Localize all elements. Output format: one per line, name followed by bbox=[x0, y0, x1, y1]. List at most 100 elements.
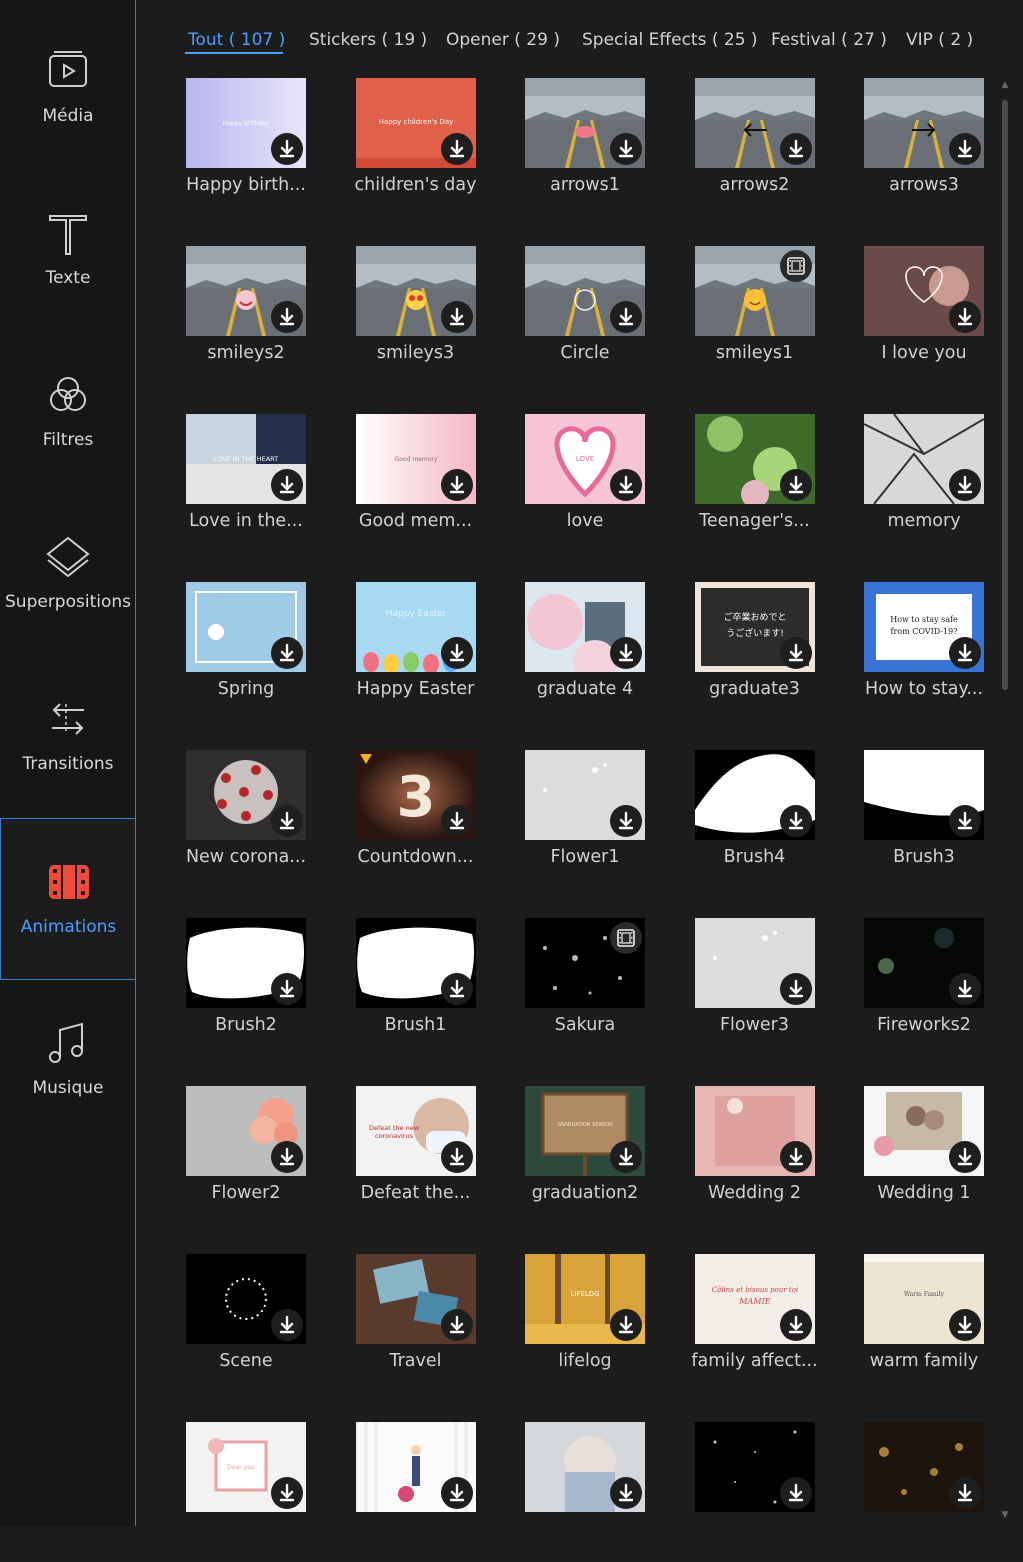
animation-thumbnail[interactable]: Happy birthday bbox=[186, 78, 306, 168]
download-icon[interactable] bbox=[271, 805, 303, 837]
animation-tile[interactable]: smileys2 bbox=[150, 246, 320, 386]
animation-tile[interactable]: Flower3 bbox=[659, 918, 829, 1058]
animation-thumbnail[interactable] bbox=[355, 1422, 476, 1512]
animation-tile[interactable]: Spring bbox=[150, 582, 320, 722]
sidebar-item-média[interactable]: Média bbox=[0, 8, 136, 170]
animation-tile[interactable]: Brush3 bbox=[828, 750, 998, 890]
download-icon[interactable] bbox=[779, 1141, 812, 1173]
animation-tile[interactable]: arrows3 bbox=[828, 78, 998, 218]
animation-thumbnail[interactable] bbox=[525, 1422, 645, 1512]
animation-tile[interactable]: New corona... bbox=[150, 750, 320, 890]
download-icon[interactable] bbox=[610, 805, 642, 837]
download-icon[interactable] bbox=[440, 805, 473, 837]
sidebar-item-musique[interactable]: Musique bbox=[0, 980, 136, 1142]
animation-tile[interactable]: LOVE IN THE HEART Love in the... bbox=[150, 414, 320, 554]
tab-2[interactable]: Opener ( 29 ) bbox=[446, 30, 560, 50]
download-icon[interactable] bbox=[779, 133, 812, 165]
animation-tile[interactable]: Dear you bbox=[150, 1422, 320, 1562]
animation-tile[interactable]: smileys3 bbox=[320, 246, 490, 386]
scrollbar[interactable]: ▲ ▼ bbox=[1000, 80, 1010, 1520]
animation-thumbnail[interactable] bbox=[694, 1086, 815, 1176]
animation-thumbnail[interactable] bbox=[525, 918, 645, 1008]
animation-tile[interactable]: Happy birthday Happy birth... bbox=[150, 78, 320, 218]
download-icon[interactable] bbox=[440, 973, 473, 1005]
animation-thumbnail[interactable] bbox=[525, 246, 645, 336]
download-icon[interactable] bbox=[949, 133, 981, 165]
animation-tile[interactable]: GRADUATION SEASON graduation2 bbox=[489, 1086, 659, 1226]
animation-tile[interactable]: Brush2 bbox=[150, 918, 320, 1058]
download-icon[interactable] bbox=[440, 1477, 473, 1509]
animation-tile[interactable]: Câlins et bisous pour toi MAMIE family aff… bbox=[659, 1254, 829, 1394]
download-icon[interactable] bbox=[271, 469, 303, 501]
animation-tile[interactable]: memory bbox=[828, 414, 998, 554]
animation-thumbnail[interactable] bbox=[694, 414, 815, 504]
download-icon[interactable] bbox=[271, 301, 303, 333]
sidebar-item-filtres[interactable]: Filtres bbox=[0, 332, 136, 494]
download-icon[interactable] bbox=[779, 1309, 812, 1341]
download-icon[interactable] bbox=[610, 469, 642, 501]
animation-tile[interactable]: Fireworks2 bbox=[828, 918, 998, 1058]
download-icon[interactable] bbox=[949, 805, 981, 837]
animation-tile[interactable]: Travel bbox=[320, 1254, 490, 1394]
animation-thumbnail[interactable]: GRADUATION SEASON bbox=[525, 1086, 645, 1176]
tab-5[interactable]: VIP ( 2 ) bbox=[906, 30, 973, 50]
animation-thumbnail[interactable]: LOVE IN THE HEART bbox=[186, 414, 306, 504]
download-icon[interactable] bbox=[271, 637, 303, 669]
animation-thumbnail[interactable]: How to stay safe from COVID-19? bbox=[864, 582, 984, 672]
animation-thumbnail[interactable] bbox=[186, 750, 306, 840]
animation-thumbnail[interactable] bbox=[864, 750, 984, 840]
download-icon[interactable] bbox=[271, 1477, 303, 1509]
animation-tile[interactable]: How to stay safe from COVID-19? How to sta… bbox=[828, 582, 998, 722]
animation-thumbnail[interactable]: Câlins et bisous pour toi MAMIE bbox=[694, 1254, 815, 1344]
animation-thumbnail[interactable] bbox=[186, 1254, 306, 1344]
animation-thumbnail[interactable] bbox=[694, 750, 815, 840]
download-icon[interactable] bbox=[949, 973, 981, 1005]
animation-tile[interactable]: LIFELOG lifelog bbox=[489, 1254, 659, 1394]
animation-tile[interactable]: smileys1 bbox=[659, 246, 829, 386]
animation-tile[interactable]: arrows1 bbox=[489, 78, 659, 218]
animation-thumbnail[interactable] bbox=[186, 918, 306, 1008]
download-icon[interactable] bbox=[440, 1309, 473, 1341]
animation-thumbnail[interactable] bbox=[864, 78, 984, 168]
animation-thumbnail[interactable] bbox=[694, 78, 815, 168]
animation-tile[interactable] bbox=[320, 1422, 490, 1562]
download-icon[interactable] bbox=[610, 133, 642, 165]
animation-tile[interactable]: 3 Countdown... bbox=[320, 750, 490, 890]
animation-thumbnail[interactable] bbox=[525, 582, 645, 672]
animation-tile[interactable]: Happy Easter Happy Easter bbox=[320, 582, 490, 722]
animation-thumbnail[interactable] bbox=[864, 246, 984, 336]
animation-thumbnail[interactable] bbox=[186, 582, 306, 672]
animation-tile[interactable]: I love you bbox=[828, 246, 998, 386]
scroll-thumb[interactable] bbox=[1002, 100, 1008, 690]
download-icon[interactable] bbox=[949, 1141, 981, 1173]
animation-tile[interactable]: Teenager's... bbox=[659, 414, 829, 554]
download-icon[interactable] bbox=[271, 1141, 303, 1173]
animation-tile[interactable] bbox=[828, 1422, 998, 1562]
animation-thumbnail[interactable] bbox=[864, 414, 984, 504]
animation-thumbnail[interactable]: LOVE bbox=[525, 414, 645, 504]
animation-thumbnail[interactable] bbox=[864, 918, 984, 1008]
animation-thumbnail[interactable]: Dear you bbox=[186, 1422, 306, 1512]
download-icon[interactable] bbox=[949, 1477, 981, 1509]
animation-thumbnail[interactable] bbox=[864, 1086, 984, 1176]
animation-tile[interactable]: Warm Family warm family bbox=[828, 1254, 998, 1394]
tab-1[interactable]: Stickers ( 19 ) bbox=[309, 30, 427, 50]
download-icon[interactable] bbox=[610, 1141, 642, 1173]
animation-thumbnail[interactable] bbox=[355, 1254, 476, 1344]
animation-thumbnail[interactable]: 3 bbox=[355, 750, 476, 840]
animation-thumbnail[interactable]: Good memory bbox=[355, 414, 476, 504]
animation-tile[interactable]: Brush4 bbox=[659, 750, 829, 890]
animation-tile[interactable]: Wedding 1 bbox=[828, 1086, 998, 1226]
tab-0[interactable]: Tout ( 107 ) bbox=[188, 30, 285, 50]
animation-tile[interactable]: Happy children's Day children's day bbox=[320, 78, 490, 218]
download-icon[interactable] bbox=[440, 301, 473, 333]
animation-tile[interactable]: Defeat the new coronavirus Defeat the... bbox=[320, 1086, 490, 1226]
download-icon[interactable] bbox=[610, 637, 642, 669]
download-icon[interactable] bbox=[271, 1309, 303, 1341]
tab-3[interactable]: Special Effects ( 25 ) bbox=[582, 30, 758, 50]
tab-4[interactable]: Festival ( 27 ) bbox=[771, 30, 887, 50]
download-icon[interactable] bbox=[949, 1309, 981, 1341]
animation-thumbnail[interactable] bbox=[355, 918, 476, 1008]
download-icon[interactable] bbox=[610, 1309, 642, 1341]
animation-thumbnail[interactable] bbox=[525, 78, 645, 168]
